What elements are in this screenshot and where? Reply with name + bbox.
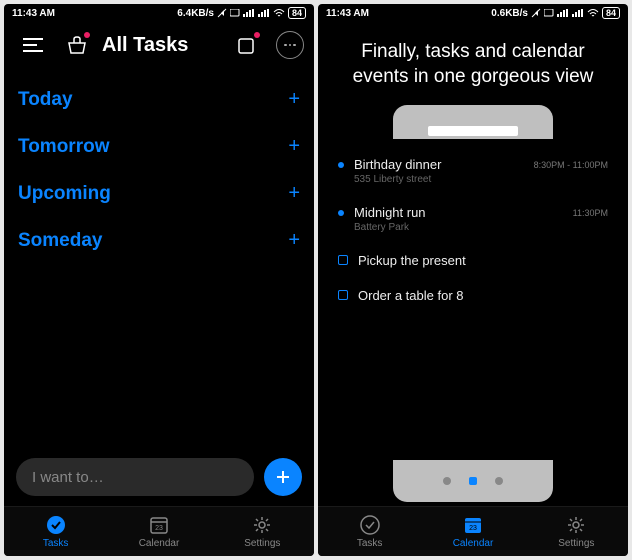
more-icon	[284, 44, 296, 47]
hamburger-icon	[23, 38, 43, 52]
basket-icon	[66, 35, 88, 55]
tab-tasks[interactable]: Tasks	[318, 507, 421, 556]
mock-phone-top	[393, 105, 553, 139]
section-upcoming[interactable]: Upcoming +	[18, 170, 300, 217]
phone-left: 11:43 AM 6.4KB/s 84 All Tasks To	[4, 4, 314, 556]
status-icons: 6.4KB/s 84	[177, 7, 306, 19]
section-someday[interactable]: Someday +	[18, 217, 300, 264]
task-name: Order a table for 8	[358, 288, 608, 303]
checkbox-icon	[338, 290, 348, 300]
section-label: Upcoming	[18, 183, 111, 205]
inbox-button[interactable]	[232, 30, 262, 60]
wifi-icon	[273, 9, 285, 17]
event-dot-icon	[338, 162, 344, 168]
svg-text:23: 23	[155, 525, 163, 532]
event-list: Birthday dinner 535 Liberty street 8:30P…	[318, 139, 628, 456]
section-today[interactable]: Today +	[18, 76, 300, 123]
checkmark-circle-icon	[45, 514, 67, 536]
event-sub: 535 Liberty street	[354, 174, 524, 185]
battery-pct: 84	[288, 7, 306, 19]
event-name: Birthday dinner	[354, 157, 524, 172]
signal-icon	[258, 9, 270, 17]
inbox-icon	[237, 35, 257, 55]
task-item: Order a table for 8	[338, 280, 608, 315]
event-sub: Battery Park	[354, 222, 563, 233]
task-item: Pickup the present	[338, 245, 608, 280]
task-name: Pickup the present	[358, 253, 608, 268]
sim-icon	[230, 9, 240, 17]
more-button[interactable]	[276, 31, 304, 59]
tab-settings[interactable]: Settings	[211, 507, 314, 556]
promo-title: Finally, tasks and calendar events in on…	[318, 22, 628, 99]
calendar-icon: 23	[462, 514, 484, 536]
inbox-badge	[254, 32, 260, 38]
battery-pct: 84	[602, 7, 620, 19]
event-item: Birthday dinner 535 Liberty street 8:30P…	[338, 149, 608, 197]
status-net: 0.6KB/s	[491, 8, 528, 19]
section-label: Today	[18, 89, 73, 111]
tab-label: Calendar	[139, 538, 180, 549]
calendar-icon: 23	[148, 514, 170, 536]
event-time: 8:30PM - 11:00PM	[534, 160, 608, 170]
tab-bar: Tasks 23 Calendar Settings	[4, 506, 314, 556]
tab-settings[interactable]: Settings	[525, 507, 628, 556]
add-task-icon[interactable]: +	[288, 88, 300, 111]
status-bar: 11:43 AM 6.4KB/s 84	[4, 4, 314, 22]
header: All Tasks	[4, 22, 314, 68]
task-input-placeholder: I want to…	[32, 469, 104, 486]
tab-label: Calendar	[453, 538, 494, 549]
page-title[interactable]: All Tasks	[102, 34, 218, 57]
event-name: Midnight run	[354, 205, 563, 220]
event-item: Midnight run Battery Park 11:30PM	[338, 197, 608, 245]
tab-label: Tasks	[357, 538, 383, 549]
checkmark-circle-icon	[359, 514, 381, 536]
status-time: 11:43 AM	[12, 8, 55, 19]
phone-right: 11:43 AM 0.6KB/s 84 Finally, tasks and c…	[318, 4, 628, 556]
add-task-icon[interactable]: +	[288, 182, 300, 205]
tab-calendar[interactable]: 23 Calendar	[107, 507, 210, 556]
wifi-icon	[587, 9, 599, 17]
status-net: 6.4KB/s	[177, 8, 214, 19]
basket-badge	[84, 32, 90, 38]
gear-icon	[251, 514, 273, 536]
add-task-icon[interactable]: +	[288, 229, 300, 252]
checkbox-icon	[338, 255, 348, 265]
tab-bar: Tasks 23 Calendar Settings	[318, 506, 628, 556]
tab-calendar[interactable]: 23 Calendar	[421, 507, 524, 556]
svg-text:23: 23	[469, 525, 477, 532]
tab-label: Settings	[244, 538, 280, 549]
signal-icon	[243, 9, 255, 17]
task-input[interactable]: I want to…	[16, 458, 254, 496]
quick-add-bar: I want to…	[4, 450, 314, 504]
add-button[interactable]	[264, 458, 302, 496]
menu-button[interactable]	[18, 30, 48, 60]
mute-icon	[217, 8, 227, 18]
tab-label: Settings	[558, 538, 594, 549]
status-time: 11:43 AM	[326, 8, 369, 19]
event-dot-icon	[338, 210, 344, 216]
add-task-icon[interactable]: +	[288, 135, 300, 158]
event-time: 11:30PM	[573, 208, 608, 218]
signal-icon	[572, 9, 584, 17]
basket-button[interactable]	[62, 30, 92, 60]
plus-icon	[275, 469, 291, 485]
section-tomorrow[interactable]: Tomorrow +	[18, 123, 300, 170]
tab-tasks[interactable]: Tasks	[4, 507, 107, 556]
signal-icon	[557, 9, 569, 17]
section-label: Tomorrow	[18, 136, 109, 158]
section-label: Someday	[18, 230, 102, 252]
sim-icon	[544, 9, 554, 17]
tab-label: Tasks	[43, 538, 69, 549]
mute-icon	[531, 8, 541, 18]
status-icons: 0.6KB/s 84	[491, 7, 620, 19]
status-bar: 11:43 AM 0.6KB/s 84	[318, 4, 628, 22]
gear-icon	[565, 514, 587, 536]
mock-phone-bottom	[393, 460, 553, 502]
